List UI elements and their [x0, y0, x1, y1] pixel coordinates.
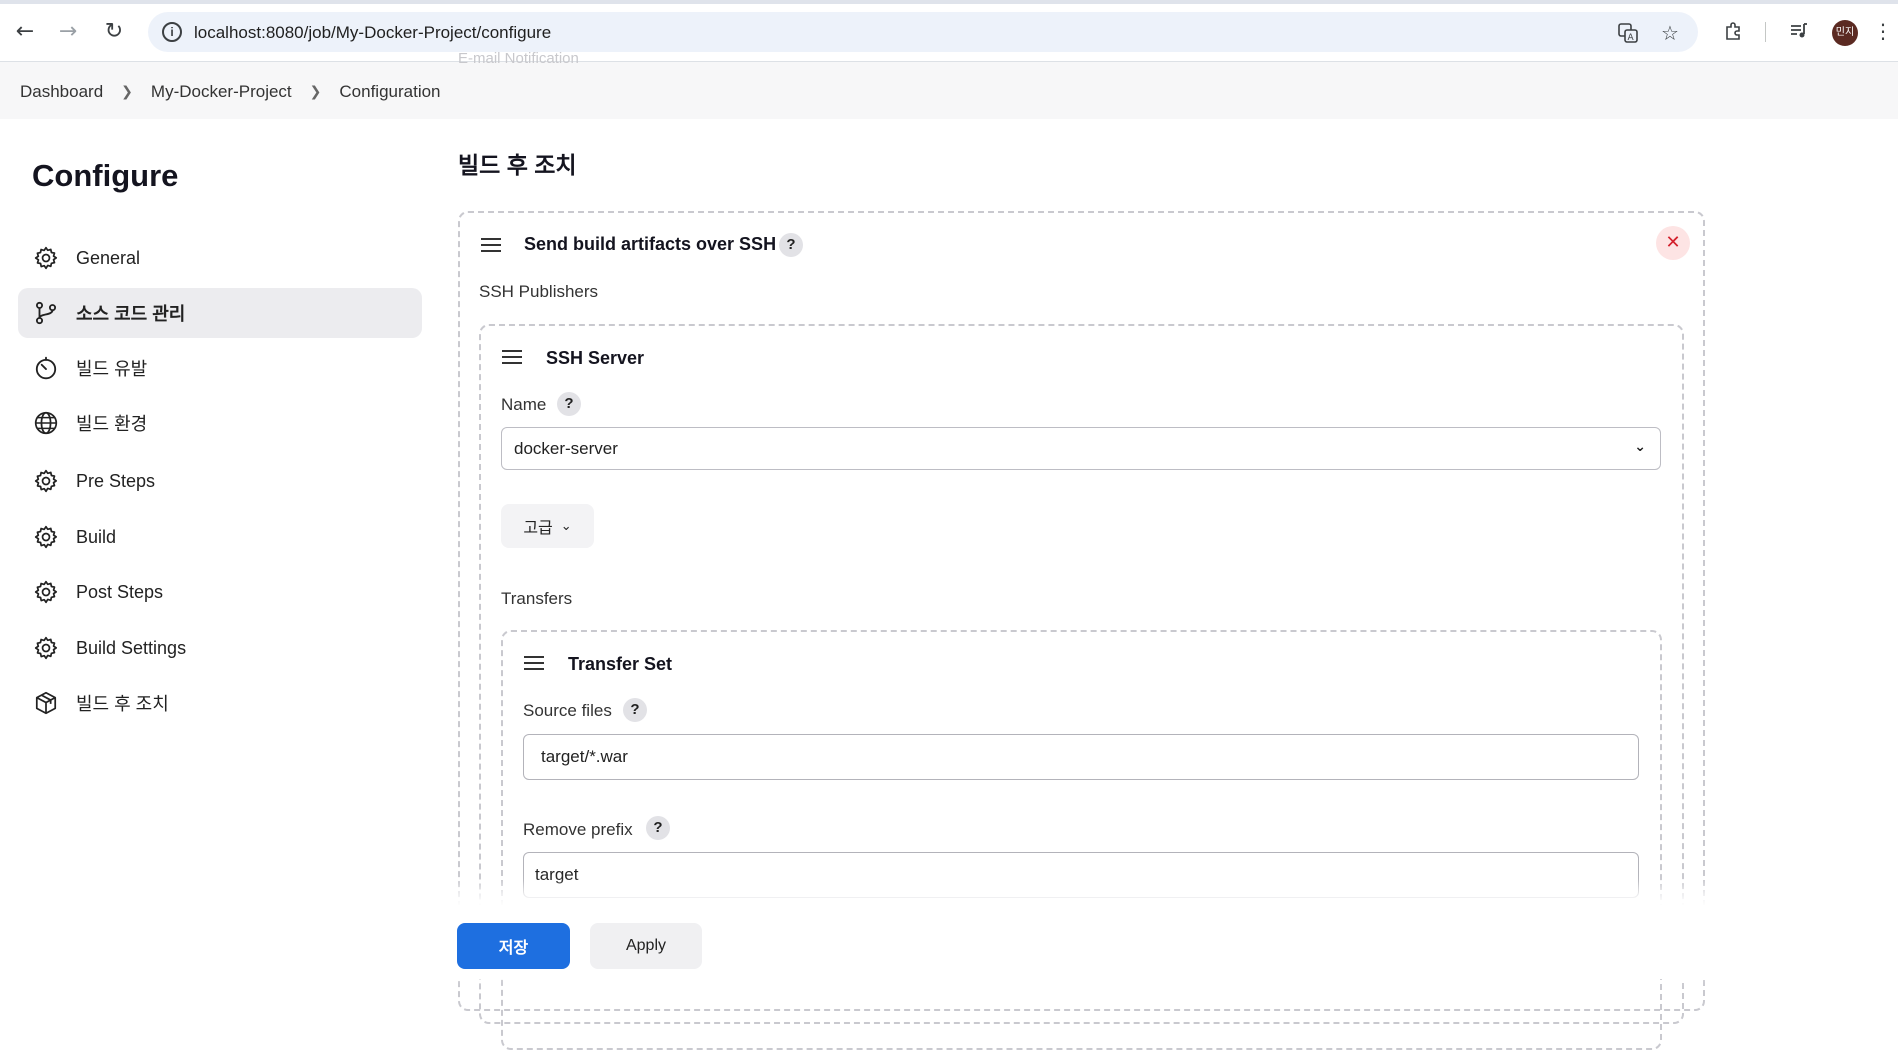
media-controls-icon[interactable]	[1784, 16, 1814, 46]
sidebar-item-build[interactable]: Build	[18, 512, 422, 562]
sidebar-item-pre-steps[interactable]: Pre Steps	[18, 456, 422, 506]
sidebar-item-build-triggers[interactable]: 빌드 유발	[18, 343, 422, 393]
reload-icon[interactable]: ↻	[99, 16, 129, 46]
transfers-label: Transfers	[501, 589, 573, 608]
server-name-select[interactable]: docker-server ⌄	[501, 427, 1661, 470]
sidebar-item-post-build-actions[interactable]: 빌드 후 조치	[18, 678, 422, 728]
help-icon[interactable]: ?	[623, 698, 647, 722]
sidebar-item-build-settings[interactable]: Build Settings	[18, 623, 422, 673]
chevron-right-icon: ❯	[121, 84, 133, 100]
sidebar-item-label: 빌드 환경	[76, 414, 148, 434]
sidebar-item-label: 빌드 후 조치	[76, 694, 169, 714]
more-menu-icon[interactable]: ⋮	[1868, 16, 1898, 46]
name-label: Name	[501, 395, 547, 414]
forward-icon[interactable]: →	[53, 16, 83, 46]
extensions-icon[interactable]	[1718, 16, 1748, 46]
url-text[interactable]: localhost:8080/job/My-Docker-Project/con…	[194, 23, 551, 43]
branch-icon	[32, 299, 60, 327]
section-title: 빌드 후 조치	[458, 152, 577, 178]
help-icon[interactable]: ?	[646, 816, 670, 840]
sidebar-item-build-environment[interactable]: 빌드 환경	[18, 398, 422, 448]
timer-icon	[32, 354, 60, 382]
publisher-title: Send build artifacts over SSH	[524, 234, 777, 254]
drag-handle-icon[interactable]	[524, 656, 544, 670]
transfer-set-panel	[501, 630, 1662, 1050]
breadcrumb-dashboard[interactable]: Dashboard	[20, 82, 103, 102]
server-name-value: docker-server	[514, 439, 618, 458]
sidebar-item-general[interactable]: General	[18, 233, 422, 283]
gear-icon	[32, 467, 60, 495]
tab-strip	[0, 0, 1898, 4]
sidebar-item-label: Pre Steps	[76, 470, 156, 491]
save-button[interactable]: 저장	[457, 923, 570, 969]
sidebar-item-post-steps[interactable]: Post Steps	[18, 567, 422, 617]
help-icon[interactable]: ?	[557, 392, 581, 416]
gear-icon	[32, 523, 60, 551]
apply-button[interactable]: Apply	[590, 923, 702, 969]
toolbar-divider	[1765, 22, 1766, 42]
sidebar-title: Configure	[32, 158, 179, 193]
remove-prefix-label: Remove prefix	[523, 820, 633, 839]
drag-handle-icon[interactable]	[481, 238, 501, 252]
ssh-publishers-label: SSH Publishers	[479, 282, 599, 301]
bookmark-star-icon[interactable]: ☆	[1657, 20, 1683, 46]
site-info-icon[interactable]: i	[162, 22, 182, 42]
help-icon[interactable]: ?	[779, 233, 803, 257]
sidebar-item-label: 빌드 유발	[76, 359, 148, 379]
svg-text:A: A	[1628, 33, 1635, 43]
sidebar-item-source-code[interactable]: 소스 코드 관리	[18, 288, 422, 338]
gear-icon	[32, 578, 60, 606]
close-icon[interactable]: ✕	[1656, 226, 1690, 260]
sidebar-item-label: Build Settings	[76, 637, 187, 658]
breadcrumb-project[interactable]: My-Docker-Project	[151, 82, 292, 102]
gear-icon	[32, 244, 60, 272]
back-icon[interactable]: ←	[10, 16, 40, 46]
package-icon	[32, 689, 60, 717]
scrolled-section-ghost: E-mail Notification	[458, 50, 579, 67]
sidebar-item-label: Post Steps	[76, 581, 164, 602]
advanced-button[interactable]: 고급 ⌄	[501, 504, 594, 548]
address-bar[interactable]: i localhost:8080/job/My-Docker-Project/c…	[148, 12, 1698, 52]
advanced-label: 고급	[523, 520, 553, 537]
chevron-down-icon: ⌄	[560, 518, 572, 534]
sidebar-item-label: General	[76, 247, 141, 268]
browser-toolbar: ← → ↻ i localhost:8080/job/My-Docker-Pro…	[0, 0, 1898, 62]
breadcrumb-configuration[interactable]: Configuration	[339, 82, 440, 102]
gear-icon	[32, 634, 60, 662]
source-files-label: Source files	[523, 701, 612, 720]
sidebar-item-label: 소스 코드 관리	[76, 304, 186, 324]
translate-icon[interactable]: A	[1615, 20, 1641, 46]
source-files-input[interactable]: target/*.war	[523, 734, 1639, 780]
breadcrumb: Dashboard ❯ My-Docker-Project ❯ Configur…	[20, 82, 441, 102]
chevron-right-icon: ❯	[309, 84, 322, 100]
drag-handle-icon[interactable]	[502, 350, 522, 364]
chevron-down-icon: ⌄	[1634, 439, 1646, 455]
profile-avatar[interactable]: 민지	[1832, 20, 1858, 46]
breadcrumb-bar: Dashboard ❯ My-Docker-Project ❯ Configur…	[0, 62, 1898, 119]
sidebar-item-label: Build	[76, 526, 117, 547]
globe-icon	[32, 409, 60, 437]
transfer-set-title: Transfer Set	[568, 654, 673, 674]
ssh-server-title: SSH Server	[546, 348, 645, 368]
